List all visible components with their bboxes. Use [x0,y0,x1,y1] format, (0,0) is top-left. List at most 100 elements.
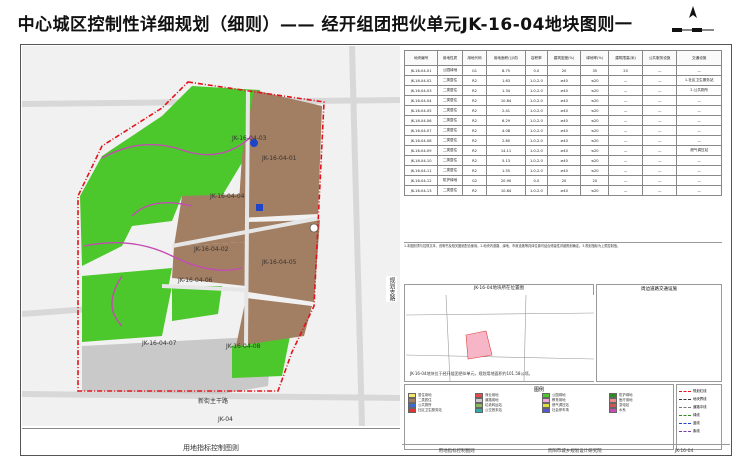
legend-item: 水系 [609,408,672,413]
location-map-canvas: JK-16-04地块位于经开组团把伙单元，规划用地面积约101.58公顷。 [406,295,594,381]
table-row: JK-16-04-09 二类居住 R2 14.11 1.0-2.0 ≥40 ≤20— — 燃气调… [403,145,722,156]
table-cell: 1.0-2.0 [524,85,548,96]
table-cell: 二类居住 [437,185,463,196]
table-cell: 6.29 [486,115,526,126]
table-cell: 1.0-2.0 [524,125,548,136]
table-header-cell: 用地性质 [437,50,463,66]
table-cell: R2 [461,135,488,146]
table-cell: ≥40 [546,95,582,106]
line-legend-item: 地块界线 [679,395,719,403]
line-legend-item: 道路中线 [679,403,719,411]
table-cell: JK-16-04-08 [403,135,439,146]
legend-swatch-icon [609,408,617,413]
table-cell: — [676,65,722,76]
table-cell: ≤20 [580,125,610,136]
map-canvas: JK-16-04-01 JK-16-04-02 JK-16-04-03 JK-1… [22,46,400,426]
location-text: JK-16-04地块位于经开组团把伙单元，规划用地面积约101.58公顷。 [409,370,532,376]
table-header-cell: 公共服务设施 [641,50,678,66]
table-cell: 14.11 [486,145,526,156]
table-cell: — [641,165,678,176]
line-legend-label: 绿线 [693,413,700,417]
table-cell: 20 [546,175,582,186]
station-title: 周边道路交通设施 [641,287,677,292]
table-cell: 1.0-2.0 [524,135,548,146]
table-cell: 二类居住 [437,165,463,176]
table-cell: ≥40 [546,75,582,86]
table-cell: ≤20 [580,75,610,86]
table-cell: 二类居住 [437,155,463,166]
table-cell: 2.41 [486,105,526,116]
table-header-cell: 用地面积(公顷) [486,50,526,66]
table-header-cell: 地块编号 [403,50,439,66]
legend-item: 社会停车场 [542,408,605,413]
table-cell: — [608,155,643,166]
table-cell: — [608,115,643,126]
table-cell: 二类居住 [437,75,463,86]
map-caption-strip: 用地指标控制图则 [22,428,400,455]
table-header-row: 地块编号 用地性质 用地代码 用地面积(公顷) 容积率 建筑密度(%) 绿地率(%) 建筑限高… [403,50,722,66]
parcel-label-3: JK-16-04-03 [231,135,267,142]
toilet-icon [256,204,263,211]
table-cell: JK-16-04-09 [403,145,439,156]
table-header-cell: 容积率 [524,50,548,66]
table-cell: 1.0-2.0 [524,75,548,86]
footer-middle: 贵阳市城乡规划设计研究院 [547,449,602,454]
table-cell: ≥40 [546,115,582,126]
table-cell: — [608,95,643,106]
table-cell: JK-16-04-13 [403,185,439,196]
table-header-cell: 建筑限高(米) [608,50,643,66]
table-cell: ≥40 [546,165,582,176]
legend-grid: 居住用地 商业用地 公园绿地 防护绿地 二类居住 道路用地 教育用地 医疗用地 公共厕所 垃圾转运… [408,393,672,413]
footer: 用地指标控制图则 贵阳市城乡规划设计研究院 JK-16-04 [402,444,730,457]
table-cell: — [608,175,643,186]
table-row: JK-16-04-04 二类居住 R2 10.84 1.0-2.0 ≥40 ≤20— — — [403,95,722,106]
table-cell: — [676,165,722,176]
table-cell: — [641,75,678,86]
table-cell: ≥40 [546,135,582,146]
table-cell: 公园绿地 [437,65,463,76]
parcel-label-1: JK-16-04-01 [261,155,297,162]
road-label-jk04: JK-04 [217,416,233,423]
table-cell: R2 [461,95,488,106]
table-cell: JK-16-04-01 [403,65,439,76]
table-cell: G1 [461,65,488,76]
table-cell: — [608,145,643,156]
table-cell: ≤20 [580,95,610,106]
line-legend-item: 规划红线 [679,387,719,395]
table-cell: 2.公共厕所 [676,85,722,96]
table-row: JK-16-04-01 公园绿地 G1 8.75 0.0 20 35 20— — [403,65,722,76]
parcel-label-6: JK-16-04-06 [177,277,213,284]
table-cell: — [608,125,643,136]
table-cell: 二类居住 [437,85,463,96]
location-map: JK-16-04地块所在位置图 JK-16-04地块位于经开组团把伙单元，规划用… [404,284,594,382]
location-title: JK-16-04地块所在位置图 [473,286,524,291]
table-cell: 1.0-2.0 [524,115,548,126]
table-cell: 10.84 [486,95,526,106]
table-cell: — [641,85,678,96]
table-cell: 1.0-2.0 [524,165,548,176]
table-header-cell: 交通设施 [676,50,722,66]
line-swatch-icon [679,422,691,424]
line-swatch-icon [679,406,691,408]
table-cell: 1.55 [486,165,526,176]
table-cell: 1.0-2.0 [524,105,548,116]
line-legend-label: 紫线 [693,429,700,433]
table-cell: JK-16-04-12 [403,175,439,186]
table-cell: JK-16-04-02 [403,75,439,86]
table-cell: — [608,85,643,96]
parcel-label-5: JK-16-04-05 [261,259,297,266]
line-swatch-icon [679,390,691,392]
legend-item: 社区卫生服务站 [408,408,471,413]
table-row: JK-16-04-12 防护绿地 G2 20.90 0.0 20 20— — — [403,175,722,186]
table-cell: R2 [461,165,488,176]
road-name-left: 规划支路 [386,276,397,302]
table-cell: — [608,135,643,146]
table-cell: 1.0-2.0 [524,185,548,196]
table-cell: ≤20 [580,185,610,196]
legend-label: 社区卫生服务站 [418,408,442,413]
table-cell: 1.0-2.0 [524,155,548,166]
table-cell: 35 [580,65,610,76]
table-cell: ≥40 [546,125,582,136]
table-cell: JK-16-04-05 [403,105,439,116]
table-cell: 1.社区卫生服务站 [676,75,722,86]
